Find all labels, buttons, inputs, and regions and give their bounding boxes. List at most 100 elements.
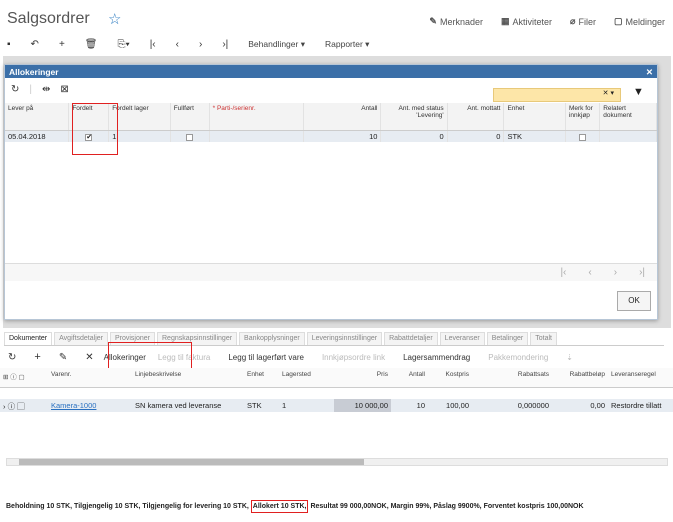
note-icon: ✎: [429, 16, 437, 26]
tab-rabattdetaljer[interactable]: Rabattdetaljer: [384, 332, 438, 345]
col-pris[interactable]: Pris: [334, 368, 391, 387]
col-linjebeskrivelse[interactable]: Linjebeskrivelse: [132, 368, 244, 387]
row-icons: › ⓘ ▢: [3, 402, 25, 411]
dialog-title: Allokeringer: [9, 67, 59, 77]
status-part3: Resultat 99 000,00NOK, Margin 99%, Påsla…: [310, 503, 584, 510]
allokeringer-dialog: Allokeringer ✕ ↻ | ⇹ ⊠ ✕ ▾ ▼ Lever på For…: [4, 64, 658, 320]
paperclip-icon: ⌀: [570, 16, 576, 26]
main-toolbar: ▪ ↶ + 🗑 ⎘▾ |‹ ‹ › ›| Behandlinger ▾ Rapp…: [7, 39, 369, 50]
lines-toolbar: ↻ + ✎ ✕ Allokeringer Legg til faktura Le…: [8, 351, 573, 363]
col-antall-lines[interactable]: Antall: [391, 368, 428, 387]
tab-betalinger[interactable]: Betalinger: [486, 332, 529, 345]
innkjopsordre-button[interactable]: Innkjøpsordre link: [322, 353, 385, 362]
first-icon[interactable]: |‹: [150, 39, 156, 50]
cell-merk[interactable]: [566, 131, 601, 142]
tab-leveranser[interactable]: Leveranser: [439, 332, 485, 345]
cell-lever-pa[interactable]: 05.04.2018: [5, 131, 70, 142]
behandlinger-dropdown[interactable]: Behandlinger ▾: [248, 39, 305, 50]
star-icon[interactable]: ☆: [108, 10, 121, 28]
delete-line-icon[interactable]: ✕: [85, 352, 93, 363]
cell-antall-lines[interactable]: 10: [391, 399, 428, 412]
cell-parti[interactable]: [210, 131, 305, 142]
notes-link[interactable]: ✎ Merknader: [429, 16, 483, 27]
col-varenr[interactable]: Varenr.: [48, 368, 132, 387]
export-icon[interactable]: ⊠: [60, 84, 68, 95]
rapporter-dropdown[interactable]: Rapporter ▾: [325, 39, 369, 50]
cell-lagersted[interactable]: 1: [279, 399, 334, 412]
cell-kostpris[interactable]: 100,00: [428, 399, 472, 412]
undo-icon[interactable]: ↶: [31, 39, 39, 50]
edit-icon[interactable]: ✎: [59, 352, 67, 363]
scroll-thumb[interactable]: [19, 459, 364, 465]
col-rabattsats[interactable]: Rabattsats: [472, 368, 552, 387]
refresh-lines-icon[interactable]: ↻: [8, 352, 16, 363]
save-icon[interactable]: ▪: [7, 39, 11, 50]
col-lever-pa[interactable]: Lever på: [5, 103, 70, 130]
status-allokert: Allokert 10 STK,: [250, 500, 309, 513]
col-antall[interactable]: Antall: [304, 103, 382, 130]
copy-icon[interactable]: ⎘▾: [117, 39, 129, 50]
fit-columns-icon[interactable]: ⇹: [42, 84, 50, 95]
tab-avgiftsdetaljer[interactable]: Avgiftsdetaljer: [54, 332, 108, 345]
messages-link[interactable]: ▢ Meldinger: [614, 16, 665, 27]
tab-totalt[interactable]: Totalt: [530, 332, 557, 345]
search-input[interactable]: ✕ ▾: [493, 88, 621, 102]
col-ant-mottatt[interactable]: Ant. mottatt: [448, 103, 505, 130]
last-icon[interactable]: ›|: [222, 39, 228, 50]
more-icon[interactable]: ⇣: [566, 353, 573, 362]
filter-icon[interactable]: ▼: [633, 86, 644, 98]
col-fordelt-lager[interactable]: Fordelt lager: [109, 103, 171, 130]
prev-icon[interactable]: ‹: [176, 39, 179, 50]
cell-leveranseregel[interactable]: Restordre tillatt: [608, 399, 670, 412]
cell-pris[interactable]: 10 000,00: [334, 399, 391, 412]
cell-fullfort[interactable]: [171, 131, 210, 142]
next-icon[interactable]: ›: [199, 39, 202, 50]
cell-rabattbelop[interactable]: 0,00: [552, 399, 608, 412]
legg-til-lagerfort-button[interactable]: Legg til lagerført vare: [228, 353, 304, 362]
col-fullfort[interactable]: Fullført: [171, 103, 210, 130]
col-leveranseregel[interactable]: Leveranseregel: [608, 368, 670, 387]
ok-button[interactable]: OK: [617, 291, 651, 311]
cell-relatert[interactable]: [600, 131, 658, 142]
add-line-icon[interactable]: +: [34, 351, 40, 363]
fullfort-checkbox[interactable]: [186, 133, 194, 141]
col-enhet[interactable]: Enhet: [504, 103, 566, 130]
col-ant-status[interactable]: Ant. med status 'Levering': [381, 103, 448, 130]
col-enhet-lines[interactable]: Enhet: [244, 368, 279, 387]
col-parti[interactable]: * Parti-/serienr.: [210, 103, 305, 130]
cell-beskrivelse[interactable]: SN kamera ved leveranse: [132, 399, 244, 412]
col-lagersted[interactable]: Lagersted: [279, 368, 334, 387]
col-relatert[interactable]: Relatert dokument: [600, 103, 658, 130]
cell-ant-mottatt[interactable]: 0: [448, 131, 505, 142]
prev-page-icon[interactable]: ‹: [588, 267, 591, 278]
tab-bankopplysninger[interactable]: Bankopplysninger: [239, 332, 305, 345]
cell-fordelt-lager[interactable]: 1: [109, 131, 171, 142]
next-page-icon[interactable]: ›: [614, 267, 617, 278]
activities-link[interactable]: ▦ Aktiviteter: [501, 16, 552, 27]
refresh-icon[interactable]: ↻: [11, 84, 19, 95]
lagersammendrag-button[interactable]: Lagersammendrag: [403, 353, 470, 362]
close-icon[interactable]: ✕: [646, 67, 653, 77]
cell-enhet-lines[interactable]: STK: [244, 399, 279, 412]
tab-leveringsinnstillinger[interactable]: Leveringsinnstillinger: [306, 332, 383, 345]
pager: |‹ ‹ › ›|: [5, 263, 657, 281]
cell-enhet[interactable]: STK: [504, 131, 566, 142]
col-kostpris[interactable]: Kostpris: [428, 368, 472, 387]
horizontal-scrollbar[interactable]: [6, 458, 668, 466]
cell-varenr[interactable]: Kamera-1000: [48, 399, 132, 412]
cell-ant-status[interactable]: 0: [381, 131, 448, 142]
first-page-icon[interactable]: |‹: [560, 267, 566, 278]
page-title: Salgsordrer: [7, 10, 90, 27]
merk-checkbox[interactable]: [579, 133, 587, 141]
delete-icon[interactable]: 🗑: [85, 39, 98, 50]
tab-dokumenter[interactable]: Dokumenter: [4, 332, 53, 345]
table-row[interactable]: › ⓘ ▢ Kamera-1000 SN kamera ved leverans…: [0, 399, 673, 412]
col-rabattbelop[interactable]: Rabattbeløp: [552, 368, 608, 387]
cell-antall[interactable]: 10: [304, 131, 382, 142]
files-link[interactable]: ⌀ Filer: [570, 16, 596, 27]
pakkemondering-button[interactable]: Pakkemondering: [488, 353, 548, 362]
add-icon[interactable]: +: [59, 39, 65, 50]
col-merk[interactable]: Merk for innkjøp: [566, 103, 601, 130]
last-page-icon[interactable]: ›|: [639, 267, 645, 278]
cell-rabattsats[interactable]: 0,000000: [472, 399, 552, 412]
